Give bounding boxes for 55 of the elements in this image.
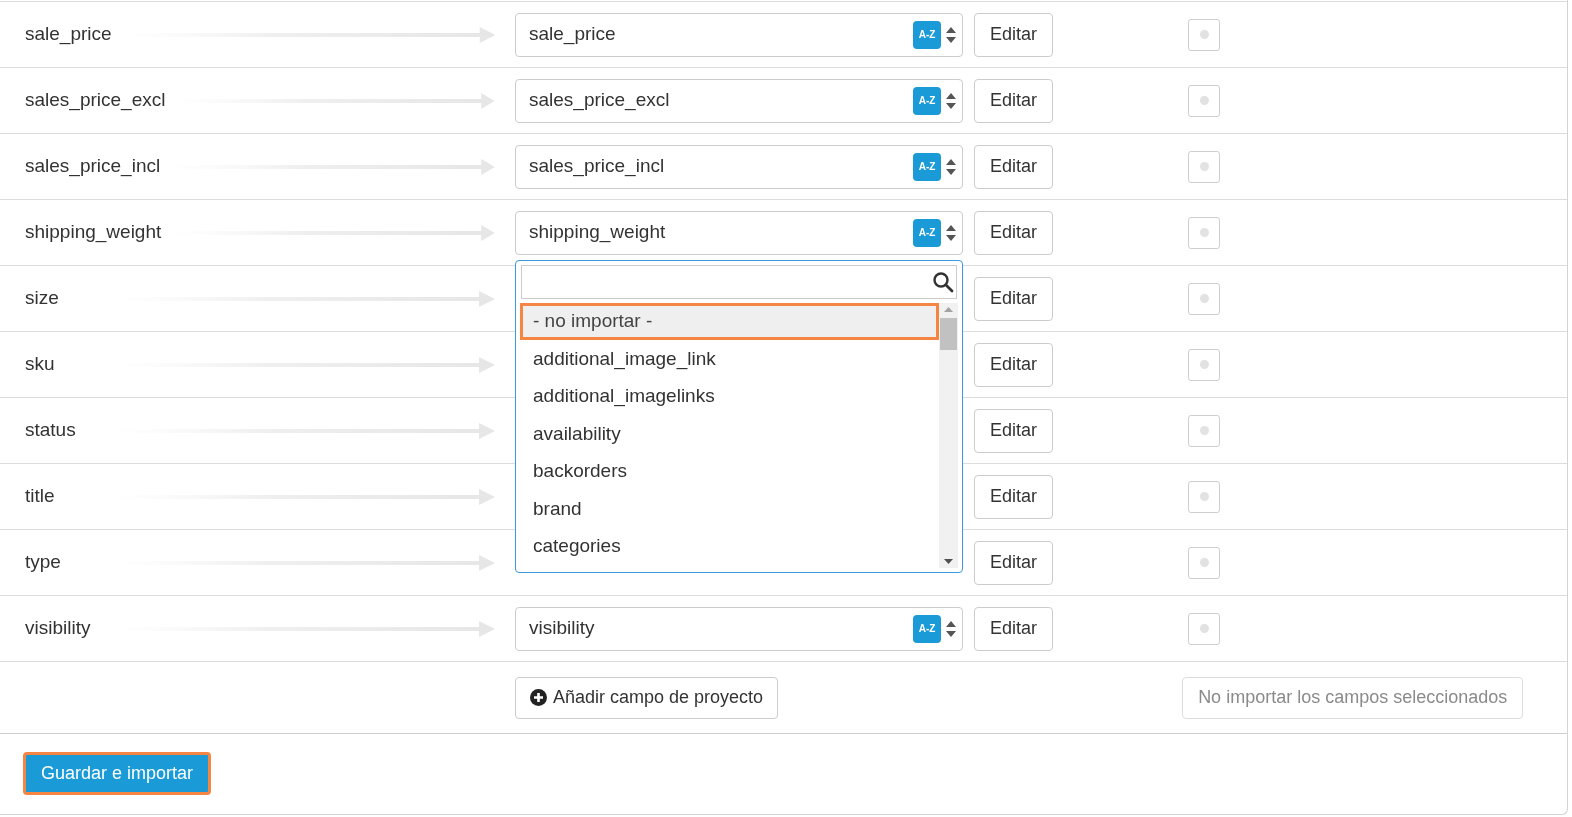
- edit-button[interactable]: Editar: [974, 474, 1053, 519]
- dropdown-option[interactable]: additional_imagelinks: [520, 377, 939, 415]
- dropdown-option[interactable]: backorders: [520, 452, 939, 490]
- field-name: title: [25, 484, 55, 509]
- field-name: shipping_weight: [25, 220, 162, 245]
- edit-button[interactable]: Editar: [974, 144, 1053, 189]
- sort-arrows-icon: [946, 619, 956, 638]
- edit-button[interactable]: Editar: [974, 210, 1053, 255]
- checkbox[interactable]: [1188, 348, 1220, 381]
- checkbox[interactable]: [1188, 612, 1220, 645]
- field-name: status: [25, 418, 76, 443]
- sort-arrows-icon: [946, 157, 956, 176]
- dropdown-option[interactable]: availability: [520, 415, 939, 453]
- checkbox[interactable]: [1188, 282, 1220, 315]
- field-name: sale_price: [25, 22, 112, 47]
- field-name: sales_price_excl: [25, 88, 166, 113]
- add-field-button[interactable]: Añadir campo de proyecto: [515, 676, 779, 719]
- checkbox[interactable]: [1188, 546, 1220, 579]
- field-name: size: [25, 286, 59, 311]
- checkbox[interactable]: [1188, 84, 1220, 117]
- dropdown-option[interactable]: additional_image_link: [520, 340, 939, 378]
- edit-button[interactable]: Editar: [974, 12, 1053, 57]
- field-name: sku: [25, 352, 55, 377]
- select-field[interactable]: visibility A-Z: [515, 606, 963, 651]
- select-field[interactable]: sales_price_incl A-Z: [515, 144, 963, 189]
- search-field[interactable]: [521, 264, 957, 299]
- select-field[interactable]: sales_price_excl A-Z: [515, 78, 963, 123]
- field-name: visibility: [25, 616, 91, 641]
- checkbox[interactable]: [1188, 480, 1220, 513]
- edit-button[interactable]: Editar: [974, 408, 1053, 453]
- sort-arrows-icon: [946, 223, 956, 242]
- sort-arrows-icon: [946, 91, 956, 110]
- checkbox[interactable]: [1188, 216, 1220, 249]
- edit-button[interactable]: Editar: [974, 78, 1053, 123]
- checkbox[interactable]: [1188, 414, 1220, 447]
- dropdown-option[interactable]: - no importar -: [520, 302, 939, 340]
- sort-arrows-icon: [946, 25, 956, 44]
- scroll-thumb[interactable]: [940, 317, 957, 350]
- edit-button[interactable]: Editar: [974, 276, 1053, 321]
- field-name: sales_price_incl: [25, 154, 161, 179]
- select-field[interactable]: shipping_weight A-Z: [515, 210, 963, 255]
- scroll-up-icon[interactable]: [944, 306, 953, 312]
- select-field[interactable]: sale_price A-Z: [515, 12, 963, 57]
- checkbox[interactable]: [1188, 18, 1220, 51]
- dropdown-option[interactable]: brand: [520, 490, 939, 528]
- edit-button[interactable]: Editar: [974, 606, 1053, 651]
- field-name: type: [25, 550, 61, 575]
- checkbox[interactable]: [1188, 150, 1220, 183]
- scrollbar[interactable]: [939, 302, 958, 568]
- scroll-down-icon[interactable]: [944, 558, 953, 564]
- edit-button[interactable]: Editar: [974, 342, 1053, 387]
- plus-circle-icon: [530, 689, 547, 706]
- search-icon: [932, 270, 954, 293]
- edit-button[interactable]: Editar: [974, 540, 1053, 585]
- dropdown-option[interactable]: categories: [520, 527, 939, 565]
